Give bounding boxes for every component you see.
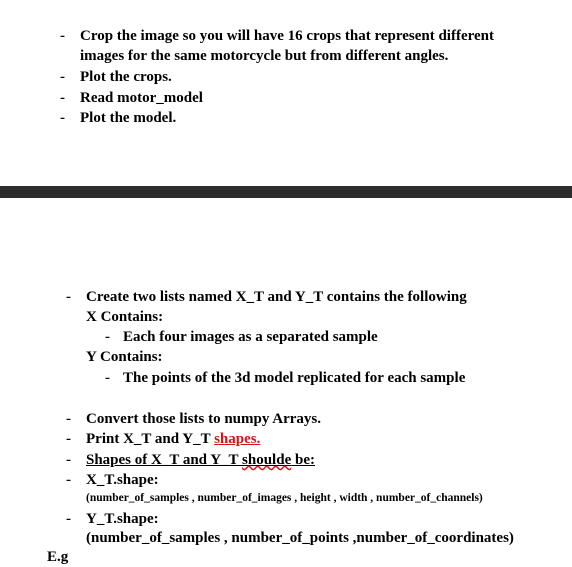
print-text: Print X_T and Y_T	[86, 431, 215, 447]
section-divider	[0, 186, 572, 198]
misspelled-word: shoulde	[242, 452, 292, 468]
crop-instruction-line2: images for the same motorcycle but from …	[80, 48, 449, 64]
bullet-dash: -	[66, 452, 71, 468]
bullet-dash: -	[105, 329, 110, 345]
plot-crops-item: Plot the crops.	[80, 69, 172, 85]
bullet-dash: -	[66, 411, 71, 427]
yt-shape-label: Y_T.shape:	[86, 511, 159, 527]
shapes-heading: Shapes of X_T and Y_T shoulde be:	[86, 450, 315, 470]
bullet-dash: -	[60, 69, 65, 85]
yt-shape-value: (number_of_samples , number_of_points ,n…	[86, 530, 514, 546]
bullet-dash: -	[66, 431, 71, 447]
bullet-dash: -	[105, 370, 110, 386]
convert-item: Convert those lists to numpy Arrays.	[86, 411, 321, 427]
x-contains-heading: X Contains:	[86, 309, 164, 325]
y-contains-item: The points of the 3d model replicated fo…	[123, 370, 466, 386]
shapes-heading-prefix: Shapes of X_T and Y_T	[86, 452, 243, 468]
bullet-dash: -	[60, 90, 65, 106]
bullet-dash: -	[66, 511, 71, 527]
bullet-dash: -	[60, 28, 65, 44]
create-lists-item: Create two lists named X_T and Y_T conta…	[86, 289, 467, 305]
example-label: E.g	[47, 549, 69, 565]
bullet-dash: -	[66, 472, 71, 488]
xt-shape-label: X_T.shape:	[86, 472, 159, 488]
bullet-dash: -	[66, 289, 71, 305]
crop-instruction-line1: Crop the image so you will have 16 crops…	[80, 28, 495, 44]
bullet-dash: -	[60, 110, 65, 126]
x-contains-item: Each four images as a separated sample	[123, 329, 378, 345]
plot-model-item: Plot the model.	[80, 110, 177, 126]
print-item: Print X_T and Y_T shapes.	[86, 429, 260, 449]
read-model-item: Read motor_model	[80, 90, 203, 106]
shapes-heading-suffix: be:	[291, 452, 315, 468]
shapes-link[interactable]: shapes.	[214, 431, 260, 447]
y-contains-heading: Y Contains:	[86, 349, 163, 365]
xt-shape-value: (number_of_samples , number_of_images , …	[86, 492, 483, 504]
